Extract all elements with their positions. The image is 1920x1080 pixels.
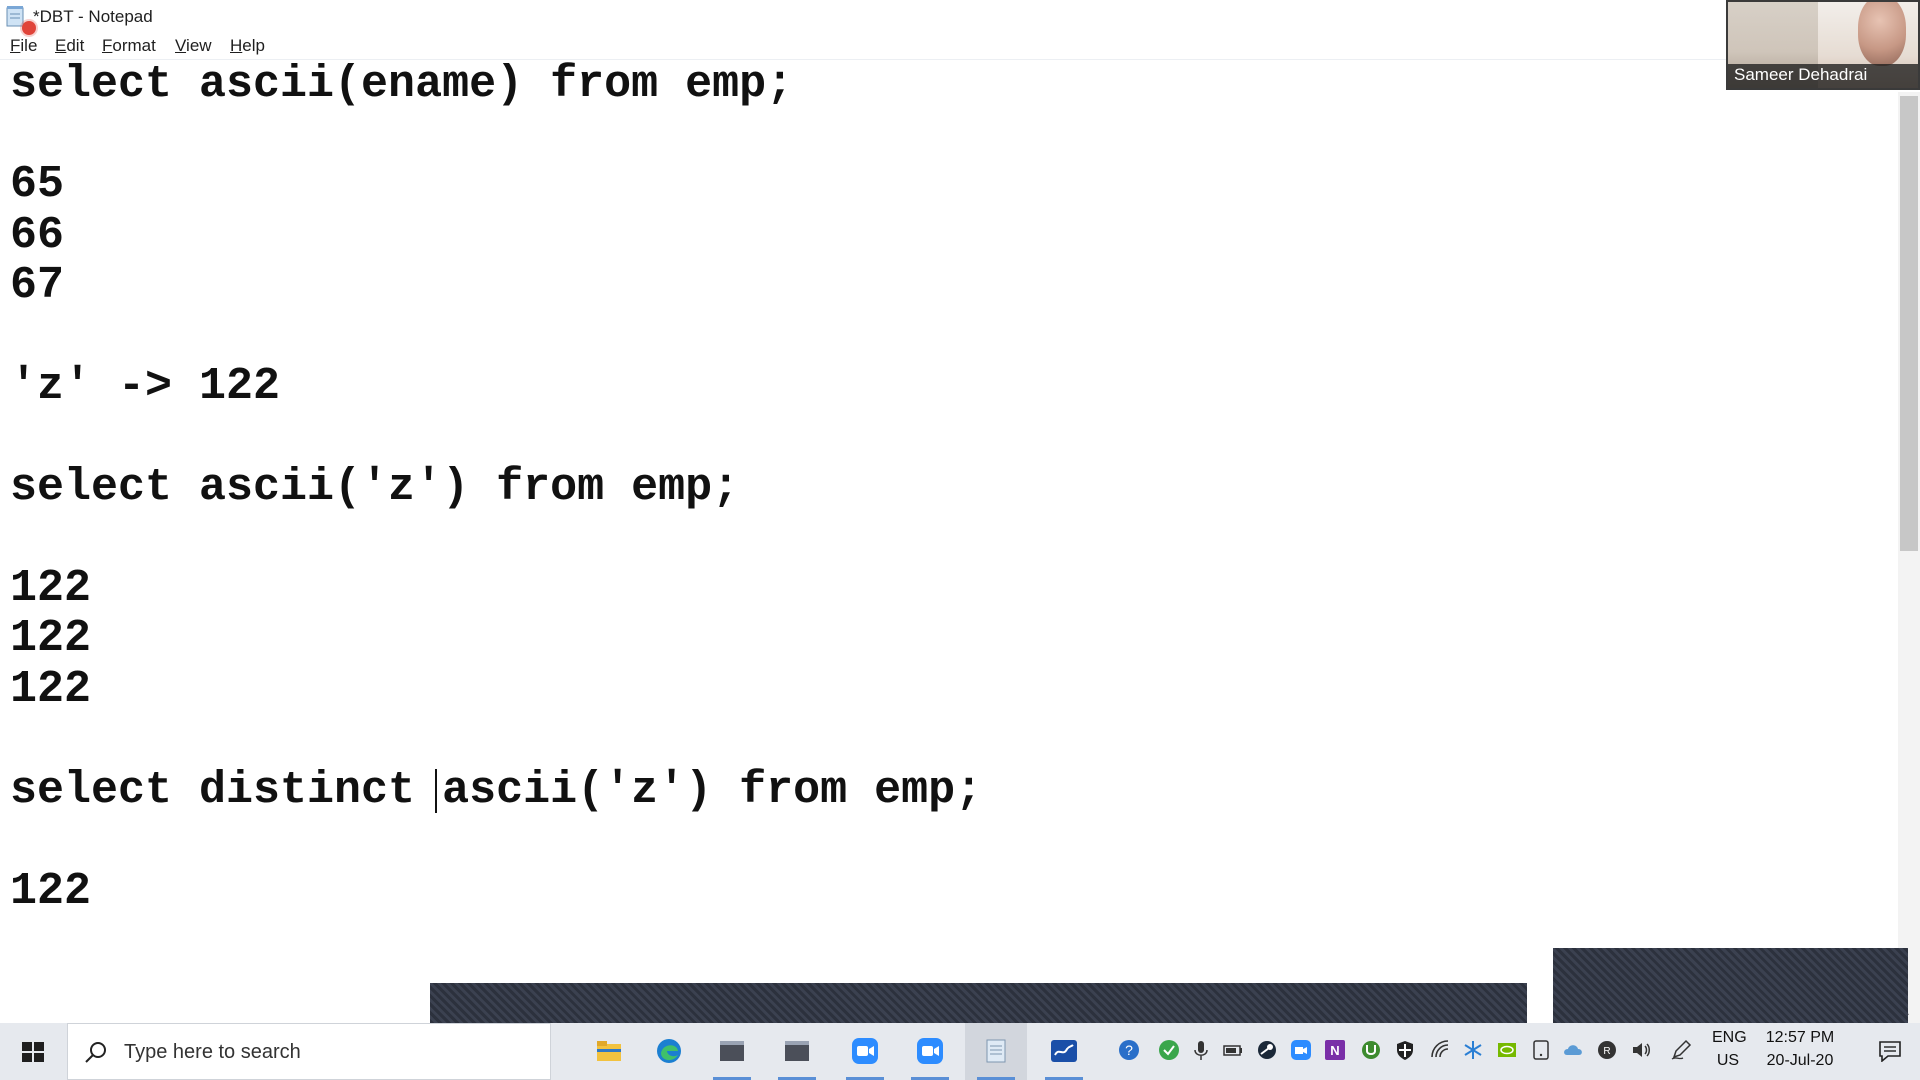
clock-time[interactable]: 12:57 PM <box>1756 1029 1844 1047</box>
sql-plus-icon <box>785 1041 809 1061</box>
menu-help[interactable]: Help <box>230 36 265 56</box>
torrent-icon[interactable] <box>1360 1039 1382 1061</box>
zoom-icon <box>917 1038 943 1064</box>
text-editor[interactable]: select ascii(ename) from emp; 65 66 67 '… <box>0 60 1898 1026</box>
text-line: 'z' -> 122 <box>10 361 281 412</box>
taskbar-whiteboard[interactable] <box>1033 1023 1095 1080</box>
taskbar: Type here to search ? N R ENG US 12:57 P… <box>0 1023 1920 1080</box>
text-line: 66 <box>10 210 65 261</box>
wifi-icon[interactable] <box>1430 1039 1452 1061</box>
notification-icon <box>1879 1041 1901 1062</box>
battery-icon[interactable] <box>1222 1039 1244 1061</box>
text-line: 67 <box>10 260 65 311</box>
search-placeholder: Type here to search <box>124 1041 301 1063</box>
app-tray-icon[interactable]: R <box>1596 1039 1618 1061</box>
text-line: select ascii('z') from emp; <box>10 462 740 513</box>
help-icon[interactable]: ? <box>1118 1039 1140 1061</box>
text-caret <box>435 769 437 813</box>
clock-date[interactable]: 20-Jul-20 <box>1756 1052 1844 1070</box>
defender-shield-icon[interactable] <box>1394 1039 1416 1061</box>
text-line: select distinct ascii('z') from emp; <box>10 765 983 816</box>
pen-icon[interactable] <box>1670 1039 1692 1061</box>
snowflake-icon[interactable] <box>1462 1039 1484 1061</box>
screen-share-overlay <box>430 983 1527 1023</box>
scrollbar-thumb[interactable] <box>1900 96 1918 551</box>
volume-icon[interactable] <box>1630 1039 1652 1061</box>
text-line: select ascii(ename) from emp; <box>10 59 794 110</box>
microphone-icon[interactable] <box>1190 1039 1212 1061</box>
taskbar-zoom-2[interactable] <box>899 1023 961 1080</box>
text-line: 65 <box>10 159 65 210</box>
screen-share-overlay <box>1553 948 1908 1023</box>
security-check-icon[interactable] <box>1158 1039 1180 1061</box>
taskbar-sqlplus-2[interactable] <box>766 1023 828 1080</box>
search-icon <box>85 1042 106 1063</box>
cloud-sync-icon[interactable] <box>1562 1039 1584 1061</box>
participant-name: Sameer Dehadrai <box>1734 65 1868 84</box>
start-button[interactable] <box>0 1023 66 1080</box>
notepad-icon <box>986 1039 1006 1063</box>
svg-text:?: ? <box>1125 1042 1133 1058</box>
menu-file[interactable]: File <box>10 36 37 56</box>
taskbar-file-explorer[interactable] <box>578 1023 640 1080</box>
steam-icon[interactable] <box>1256 1039 1278 1061</box>
text-line: 122 <box>10 563 92 614</box>
taskbar-edge[interactable] <box>638 1023 700 1080</box>
menu-view[interactable]: View <box>175 36 212 56</box>
text-line: 122 <box>10 866 92 917</box>
menu-format[interactable]: Format <box>102 36 156 56</box>
title-bar: *DBT - Notepad <box>0 0 1920 35</box>
taskbar-notepad[interactable] <box>965 1023 1027 1080</box>
participant-video <box>1858 2 1906 66</box>
sql-plus-icon <box>720 1041 744 1061</box>
menu-edit[interactable]: Edit <box>55 36 84 56</box>
file-explorer-icon <box>597 1041 621 1061</box>
taskbar-sqlplus-1[interactable] <box>701 1023 763 1080</box>
taskbar-search[interactable]: Type here to search <box>67 1023 551 1080</box>
svg-text:N: N <box>1330 1043 1339 1058</box>
zoom-icon <box>852 1038 878 1064</box>
onenote-icon[interactable]: N <box>1324 1039 1346 1061</box>
tablet-icon[interactable] <box>1530 1039 1552 1061</box>
language-region[interactable]: US <box>1712 1052 1744 1070</box>
window-title: *DBT - Notepad <box>33 7 153 26</box>
action-center-button[interactable] <box>1860 1023 1920 1080</box>
text-line: 122 <box>10 664 92 715</box>
language-indicator[interactable]: ENG <box>1712 1029 1747 1047</box>
text-line: 122 <box>10 613 92 664</box>
nvidia-icon[interactable] <box>1496 1039 1518 1061</box>
video-thumbnail: Sameer Dehadrai <box>1726 0 1920 90</box>
zoom-tray-icon[interactable] <box>1290 1039 1312 1061</box>
windows-icon <box>22 1042 44 1062</box>
svg-text:R: R <box>1603 1046 1610 1057</box>
whiteboard-icon <box>1051 1040 1077 1062</box>
menu-bar: File Edit Format View Help <box>0 31 1920 60</box>
taskbar-zoom-1[interactable] <box>834 1023 896 1080</box>
edge-icon <box>657 1039 681 1063</box>
